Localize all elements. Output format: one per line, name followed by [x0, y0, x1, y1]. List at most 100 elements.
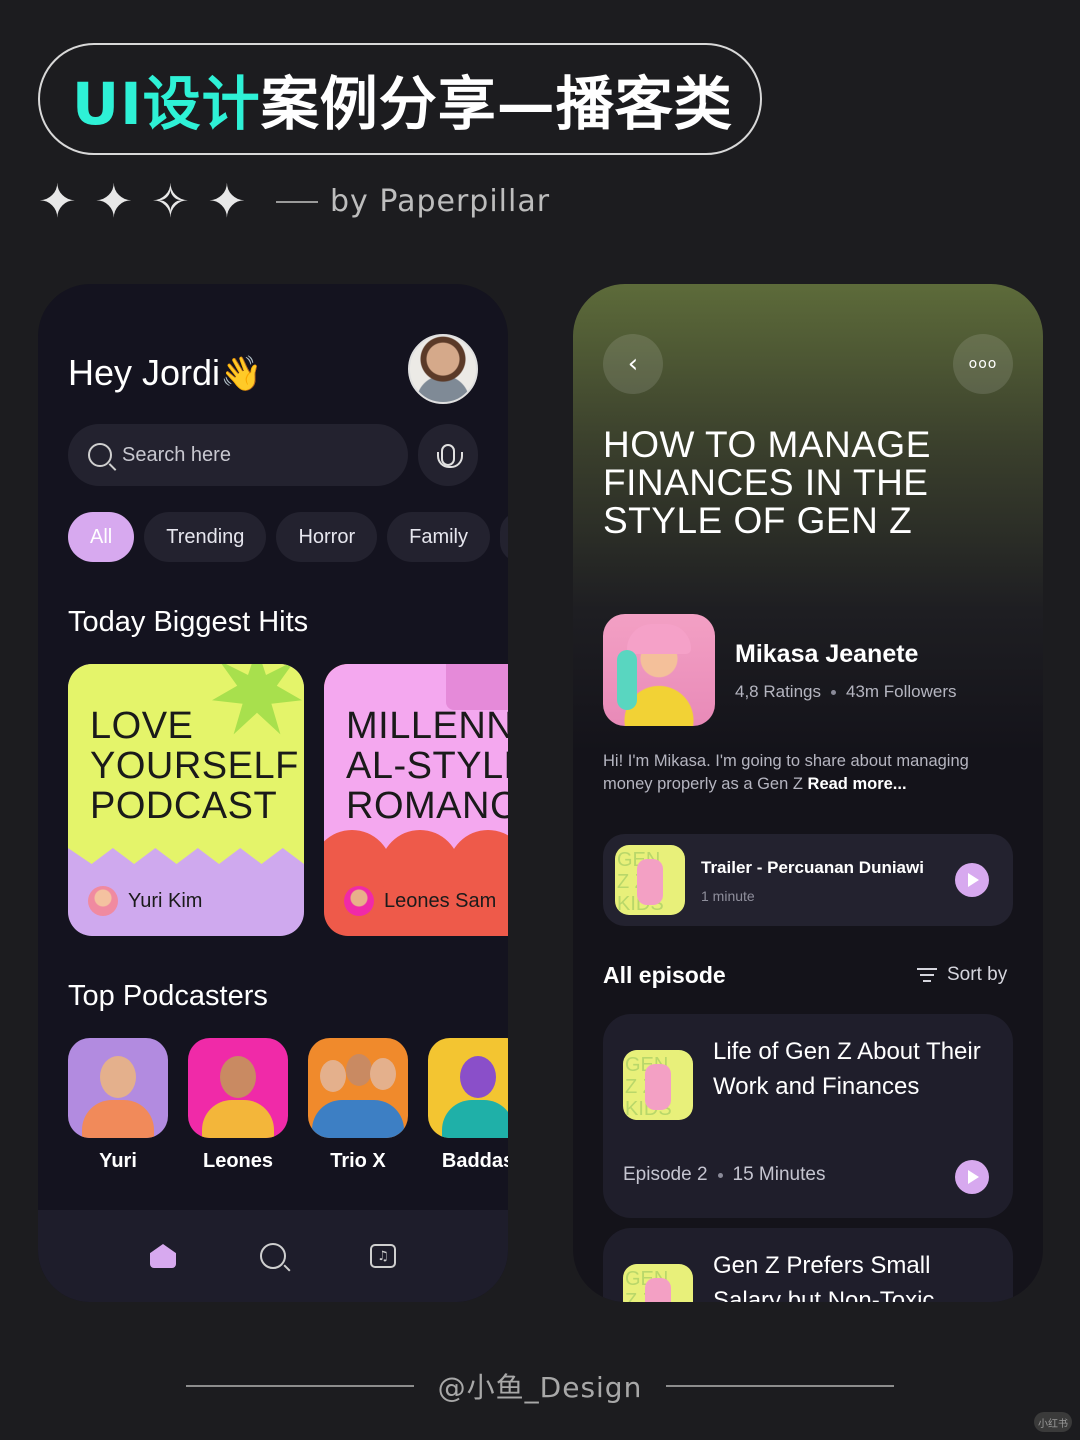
search-bar[interactable]: Search here	[68, 424, 408, 486]
home-icon[interactable]	[150, 1244, 176, 1268]
podcaster-leones[interactable]: Leones	[188, 1038, 288, 1173]
category-chips: All Trending Horror Family	[68, 512, 508, 562]
hit-card-love-yourself[interactable]: LOVE YOURSELF PODCAST Yuri Kim	[68, 664, 304, 936]
podcaster-photo	[428, 1038, 508, 1138]
podcaster-body	[82, 1100, 154, 1138]
host-name: Yuri Kim	[128, 889, 203, 912]
search-icon[interactable]	[260, 1243, 286, 1269]
chip-more[interactable]	[500, 512, 508, 562]
star-outline-icon: ✧	[151, 174, 190, 228]
host-avatar	[344, 886, 374, 916]
microphone-icon	[437, 444, 463, 468]
podcaster-name: Baddas	[441, 1150, 508, 1172]
chip-family[interactable]: Family	[387, 512, 490, 562]
card-tab-shape	[446, 664, 508, 710]
title-banner: UI设计案例分享—播客类	[38, 43, 762, 155]
episode-thumbnail: GEN Z Z KIDS	[623, 1264, 693, 1302]
podcaster-body	[202, 1100, 274, 1138]
title-rest: 案例分享—播客类	[260, 70, 733, 138]
episode-thumbnail: GEN Z Z KIDS	[615, 845, 685, 915]
hit-title: MILLENNI AL-STYLE ROMANCE	[346, 705, 508, 827]
byline: by Paperpillar	[276, 184, 550, 219]
footer: @小鱼_Design	[0, 1366, 1080, 1406]
hit-title: LOVE YOURSELF PODCAST	[90, 705, 299, 827]
star-icon: ✦	[207, 174, 247, 228]
more-icon: ooo	[968, 356, 998, 372]
host-name: Leones Sam	[384, 889, 497, 912]
chip-trending[interactable]: Trending	[144, 512, 267, 562]
hit-card-millennial-romance[interactable]: MILLENNI AL-STYLE ROMANCE Leones Sam	[324, 664, 508, 936]
episode-thumbnail: GEN Z Z KIDS	[623, 1050, 693, 1120]
trailer-title: Trailer - Percuanan Duniawi	[701, 858, 924, 877]
more-button[interactable]: ooo	[953, 334, 1013, 394]
separator-dot	[717, 1172, 723, 1178]
podcast-title: HOW TO MANAGE FINANCES IN THE STYLE OF G…	[603, 424, 931, 541]
library-icon[interactable]: ♫	[370, 1244, 396, 1268]
podcaster-photo	[68, 1038, 168, 1138]
podcaster-photo	[308, 1038, 408, 1138]
episode-card[interactable]: GEN Z Z KIDS Gen Z Prefers Small Salary …	[603, 1228, 1013, 1302]
thumbnail-label: GEN Z Z KIDS	[625, 1054, 672, 1120]
ratings: 4,8 Ratings	[735, 682, 821, 701]
podcaster-name: Yuri	[99, 1150, 137, 1172]
episode-length: 15 Minutes	[732, 1164, 826, 1185]
voice-search-button[interactable]	[418, 424, 478, 486]
podcaster-trio-x[interactable]: Trio X	[308, 1038, 408, 1173]
home-screen: Hey Jordi👋 Search here All Trending Horr…	[38, 284, 508, 1302]
podcaster-baddas[interactable]: Baddas	[428, 1038, 508, 1173]
separator-dot	[831, 689, 836, 695]
thumbnail-label: GEN Z Z KIDS	[617, 849, 664, 915]
sort-by-button[interactable]: Sort by	[917, 964, 1007, 986]
podcaster-face	[460, 1056, 496, 1098]
hit-host: Leones Sam	[344, 886, 496, 916]
sort-by-label: Sort by	[947, 964, 1008, 985]
play-button[interactable]	[955, 1160, 989, 1194]
thumbnail-label: GEN Z Z KIDS	[625, 1268, 669, 1302]
chevron-left-icon: ‹	[627, 349, 639, 379]
host-avatar	[88, 886, 118, 916]
host-photo[interactable]	[603, 614, 715, 726]
footer-credit: @小鱼_Design	[437, 1371, 643, 1404]
greeting: Hey Jordi👋	[68, 352, 262, 394]
host-name[interactable]: Mikasa Jeanete	[735, 640, 918, 669]
watermark-logo: 小红书	[1034, 1412, 1072, 1432]
play-button[interactable]	[955, 863, 989, 897]
search-input[interactable]: Search here	[122, 444, 231, 467]
podcaster-face	[100, 1056, 136, 1098]
episode-title: Life of Gen Z About Their Work and Finan…	[713, 1038, 981, 1100]
back-button[interactable]: ‹	[603, 334, 663, 394]
wave-icon: 👋	[220, 354, 263, 394]
podcaster-photo	[188, 1038, 288, 1138]
star-icon: ✦	[94, 174, 134, 228]
podcaster-body	[312, 1100, 404, 1138]
chip-all[interactable]: All	[68, 512, 135, 562]
episode-card[interactable]: GEN Z Z KIDS Life of Gen Z About Their W…	[603, 1014, 1013, 1218]
all-episode-title: All episode	[603, 962, 726, 988]
podcaster-face	[220, 1056, 256, 1098]
trailer-card[interactable]: GEN Z Z KIDS Trailer - Percuanan Duniawi…	[603, 834, 1013, 926]
hit-host: Yuri Kim	[88, 886, 202, 916]
podcaster-name: Leones	[202, 1150, 274, 1172]
chip-horror[interactable]: Horror	[276, 512, 378, 562]
podcaster-face	[320, 1060, 346, 1092]
bio-text: Hi! I'm Mikasa. I'm going to share about…	[603, 752, 969, 793]
star-icon: ✦	[38, 174, 77, 228]
search-icon	[88, 443, 112, 467]
host-stats: 4,8 Ratings 43m Followers	[735, 682, 957, 702]
podcaster-yuri[interactable]: Yuri	[68, 1038, 168, 1173]
star-row: ✦ ✦ ✧ ✦	[38, 178, 246, 224]
podcaster-name: Trio X	[330, 1150, 386, 1172]
footer-line	[666, 1385, 895, 1387]
podcaster-list: Yuri Leones Trio X Baddas	[68, 1038, 508, 1173]
user-avatar[interactable]	[408, 334, 478, 404]
title-accent: UI设计	[72, 70, 261, 138]
podcaster-body	[442, 1100, 508, 1138]
podcast-detail-screen: ‹ ooo HOW TO MANAGE FINANCES IN THE STYL…	[573, 284, 1043, 1302]
episode-meta: Episode 2 15 Minutes	[623, 1164, 825, 1186]
trailer-length: 1 minute	[701, 888, 755, 904]
podcaster-face	[346, 1054, 372, 1086]
hits-section-title: Today Biggest Hits	[68, 606, 309, 638]
episode-title: Gen Z Prefers Small Salary but Non-Toxic	[713, 1252, 935, 1302]
followers: 43m Followers	[846, 682, 957, 701]
read-more-link[interactable]: Read more...	[808, 775, 907, 793]
